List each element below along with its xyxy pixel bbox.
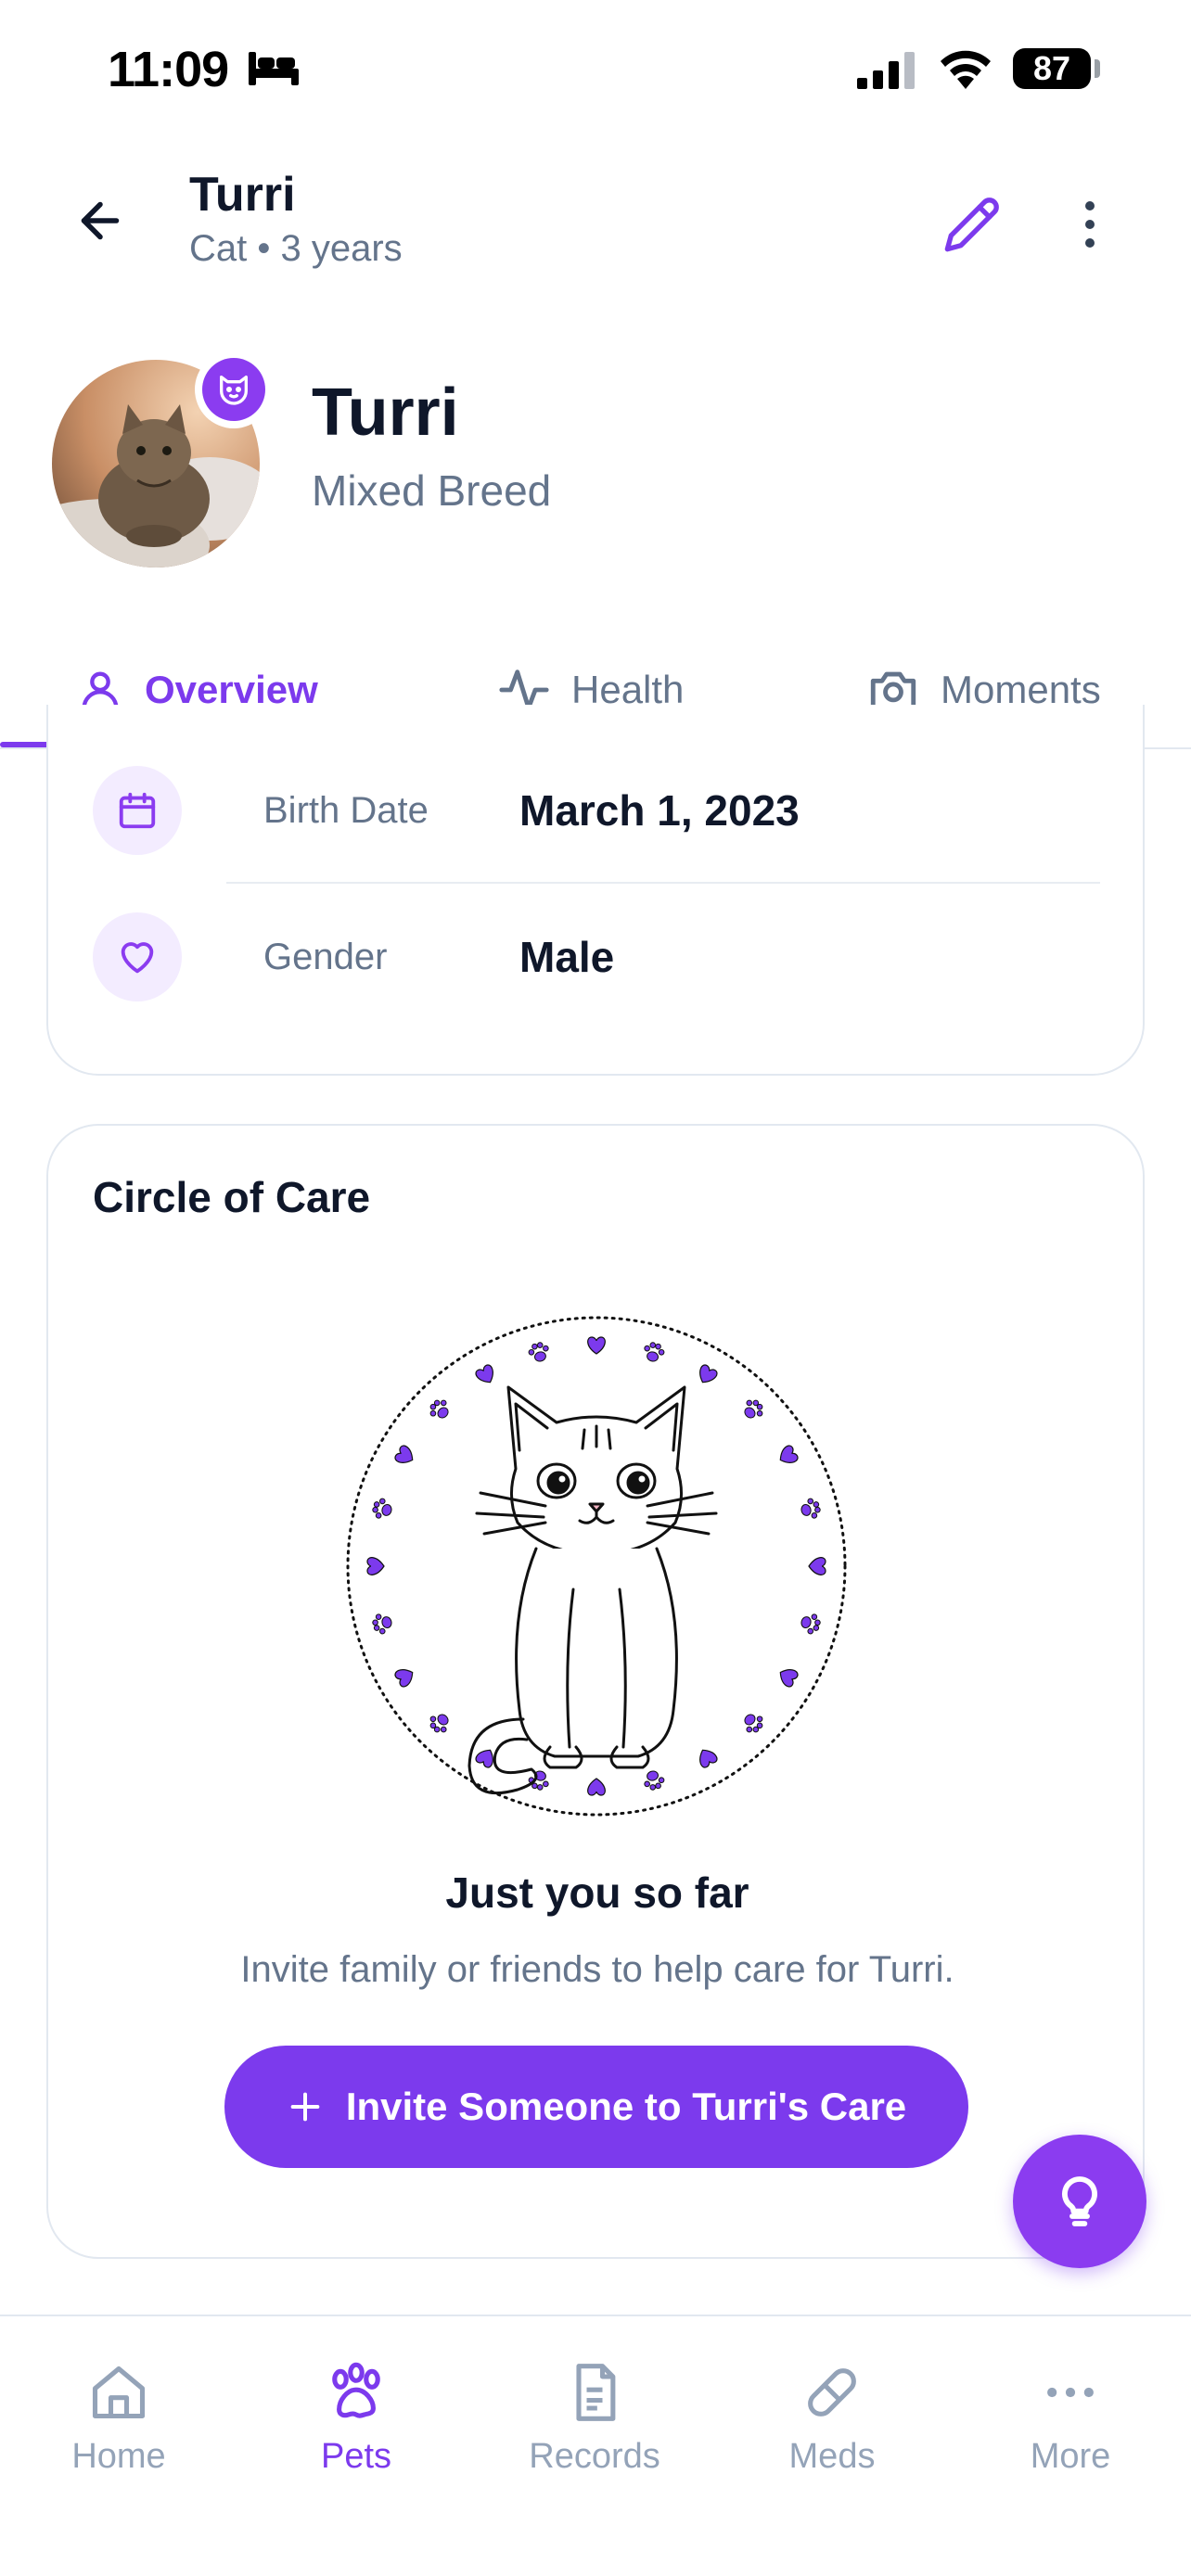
invite-someone-button[interactable]: Invite Someone to Turri's Care — [224, 2046, 968, 2168]
ring-paw-icon — [800, 1498, 821, 1519]
lightbulb-icon — [1061, 2176, 1098, 2226]
cat-face-icon — [220, 376, 248, 405]
paw-icon — [332, 2362, 380, 2418]
gender-label: Gender — [263, 936, 388, 977]
edit-button[interactable] — [935, 187, 1009, 261]
battery-indicator: 87 — [1013, 48, 1091, 89]
document-icon — [576, 2364, 616, 2421]
birth-date-label: Birth Date — [263, 789, 429, 831]
pet-name: Turri — [312, 376, 459, 450]
heart-icon — [121, 942, 154, 974]
home-icon — [92, 2366, 146, 2419]
nav-more-label: More — [1030, 2437, 1111, 2476]
ring-paw-icon — [429, 1714, 449, 1733]
ring-paw-icon — [429, 1399, 449, 1419]
info-row-birth-date: Birth Date March 1, 2023 — [93, 764, 1113, 857]
battery-cap — [1095, 59, 1100, 78]
info-row-gender: Gender Male — [93, 911, 1113, 1003]
sleep-mode-icon — [249, 52, 299, 85]
wifi-icon — [941, 50, 991, 89]
pet-info-card: Birth Date March 1, 2023 Gender Male — [46, 705, 1145, 1076]
ring-heart-icon — [779, 1669, 799, 1688]
invite-button-label: Invite Someone to Turri's Care — [345, 2085, 907, 2128]
gender-value: Male — [519, 933, 615, 981]
header-title: Turri — [189, 168, 296, 222]
ring-heart-icon — [394, 1445, 414, 1463]
ring-paw-icon — [372, 1498, 392, 1519]
ring-heart-icon — [779, 1445, 799, 1463]
header-subtitle: Cat • 3 years — [189, 228, 403, 269]
calendar-icon — [119, 792, 156, 829]
ring-paw-icon — [528, 1770, 549, 1791]
pill-icon — [808, 2368, 856, 2417]
ring-heart-icon — [394, 1669, 414, 1688]
nav-pets-label: Pets — [320, 2437, 392, 2476]
nav-pets[interactable]: Pets — [263, 2361, 449, 2477]
ring-paw-icon — [800, 1613, 821, 1635]
heart-icon-badge — [93, 912, 182, 1001]
pet-breed: Mixed Breed — [312, 466, 552, 515]
ring-paw-icon — [372, 1613, 392, 1635]
nav-home[interactable]: Home — [26, 2361, 211, 2477]
tips-fab-button[interactable] — [1013, 2135, 1146, 2268]
pencil-icon — [944, 198, 999, 252]
ring-heart-icon — [699, 1364, 718, 1384]
plus-icon — [290, 2092, 320, 2122]
care-title: Circle of Care — [93, 1173, 371, 1221]
divider — [226, 882, 1100, 884]
nav-meds-label: Meds — [788, 2437, 876, 2476]
calendar-icon-badge — [93, 766, 182, 855]
cat-circle-illustration — [346, 1316, 847, 1817]
circle-of-care-card: Circle of Care Just you so far Invite fa… — [46, 1124, 1145, 2259]
ring-paw-icon — [644, 1770, 665, 1791]
cellular-signal-icon — [857, 52, 915, 89]
ring-heart-icon — [587, 1778, 606, 1796]
vertical-ellipsis-icon — [1085, 201, 1095, 248]
more-options-button[interactable] — [1057, 187, 1122, 261]
ellipsis-icon — [1047, 2387, 1094, 2398]
nav-meds[interactable]: Meds — [739, 2361, 925, 2477]
nav-home-label: Home — [71, 2437, 166, 2476]
care-description: Invite family or friends to help care fo… — [240, 1949, 954, 1990]
ring-paw-icon — [644, 1342, 665, 1362]
ring-heart-icon — [699, 1749, 718, 1768]
birth-date-value: March 1, 2023 — [519, 786, 800, 835]
ring-paw-icon — [528, 1342, 549, 1362]
ring-heart-icon — [366, 1557, 385, 1575]
back-arrow-icon — [81, 201, 120, 240]
ring-heart-icon — [587, 1336, 606, 1355]
ring-heart-icon — [475, 1364, 493, 1384]
pet-type-badge — [195, 351, 273, 428]
care-headline: Just you so far — [445, 1868, 749, 1917]
bottom-navigation: Home Pets Records Meds More — [0, 2315, 1191, 2576]
ring-paw-icon — [744, 1399, 763, 1419]
ring-heart-icon — [808, 1557, 826, 1575]
status-time: 11:09 — [108, 42, 229, 97]
nav-more[interactable]: More — [978, 2361, 1163, 2477]
back-button[interactable] — [65, 185, 135, 256]
ring-paw-icon — [744, 1714, 763, 1733]
nav-records-label: Records — [529, 2437, 660, 2476]
top-app-bar: Turri Cat • 3 years — [0, 139, 1191, 306]
status-bar: 11:09 87 — [0, 0, 1191, 139]
nav-records[interactable]: Records — [502, 2361, 687, 2477]
